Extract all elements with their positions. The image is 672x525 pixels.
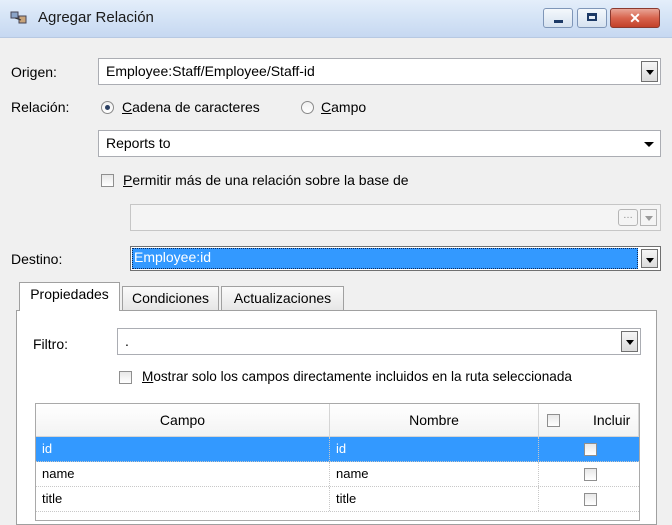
filtro-label: Filtro: xyxy=(33,336,68,352)
permitir-label[interactable]: Permitir más de una relación sobre la ba… xyxy=(123,172,409,188)
minimize-button[interactable] xyxy=(543,8,573,28)
destino-dropdown-button[interactable] xyxy=(641,249,658,268)
origen-combo[interactable]: Employee:Staff/Employee/Staff-id xyxy=(98,58,661,85)
relacion-value: Reports to xyxy=(106,135,171,151)
app-icon xyxy=(10,11,27,24)
incluir-checkbox[interactable] xyxy=(584,443,597,456)
cell-nombre: title xyxy=(330,487,539,511)
chevron-down-icon[interactable] xyxy=(644,142,654,147)
radio-campo[interactable] xyxy=(301,101,314,114)
permitir-checkbox[interactable] xyxy=(101,174,114,187)
browse-button[interactable]: … xyxy=(618,209,638,226)
maximize-button[interactable] xyxy=(577,8,607,28)
tab-condiciones[interactable]: Condiciones xyxy=(122,286,219,310)
fields-grid[interactable]: Campo Nombre Incluir id id name name tit… xyxy=(35,403,640,521)
title-bar[interactable]: Agregar Relación ✕ xyxy=(0,0,672,38)
tab-propiedades[interactable]: Propiedades xyxy=(19,282,120,311)
tab-actualizaciones[interactable]: Actualizaciones xyxy=(221,286,344,310)
table-row[interactable]: id id xyxy=(36,437,639,462)
close-button[interactable]: ✕ xyxy=(610,8,660,28)
table-row[interactable]: name name xyxy=(36,462,639,487)
filtro-combo[interactable]: . xyxy=(117,328,641,355)
cell-nombre: name xyxy=(330,462,539,486)
relacion-combo[interactable]: Reports to xyxy=(98,130,661,157)
incluir-checkbox[interactable] xyxy=(584,493,597,506)
destino-label: Destino: xyxy=(11,251,63,267)
cell-campo: id xyxy=(36,437,330,461)
header-nombre[interactable]: Nombre xyxy=(330,404,539,437)
filtro-dropdown-button[interactable] xyxy=(621,331,638,352)
cell-campo: name xyxy=(36,462,330,486)
destino-combo[interactable]: Employee:id xyxy=(130,246,661,271)
filtro-value: . xyxy=(125,333,129,349)
permitir-combo[interactable]: … xyxy=(130,204,661,231)
cell-nombre: id xyxy=(330,437,539,461)
radio-cadena-label[interactable]: Cadena de caracteres xyxy=(122,99,260,115)
mostrar-label[interactable]: Mostrar solo los campos directamente inc… xyxy=(142,369,572,384)
cell-campo: title xyxy=(36,487,330,511)
header-incluir-checkbox[interactable] xyxy=(547,414,560,427)
table-row[interactable]: title title xyxy=(36,487,639,512)
destino-value: Employee:id xyxy=(134,249,212,265)
close-icon: ✕ xyxy=(629,10,641,26)
header-campo[interactable]: Campo xyxy=(36,404,330,437)
incluir-checkbox[interactable] xyxy=(584,468,597,481)
window-title: Agregar Relación xyxy=(38,9,154,26)
relacion-label: Relación: xyxy=(11,99,70,115)
permitir-dropdown-button[interactable] xyxy=(640,209,657,226)
radio-campo-label[interactable]: Campo xyxy=(321,99,366,115)
origen-dropdown-button[interactable] xyxy=(641,61,658,82)
origen-value: Employee:Staff/Employee/Staff-id xyxy=(106,63,315,79)
header-incluir[interactable]: Incluir xyxy=(539,404,639,437)
origen-label: Origen: xyxy=(11,64,57,80)
radio-cadena[interactable] xyxy=(101,101,114,114)
mostrar-checkbox[interactable] xyxy=(119,371,132,384)
